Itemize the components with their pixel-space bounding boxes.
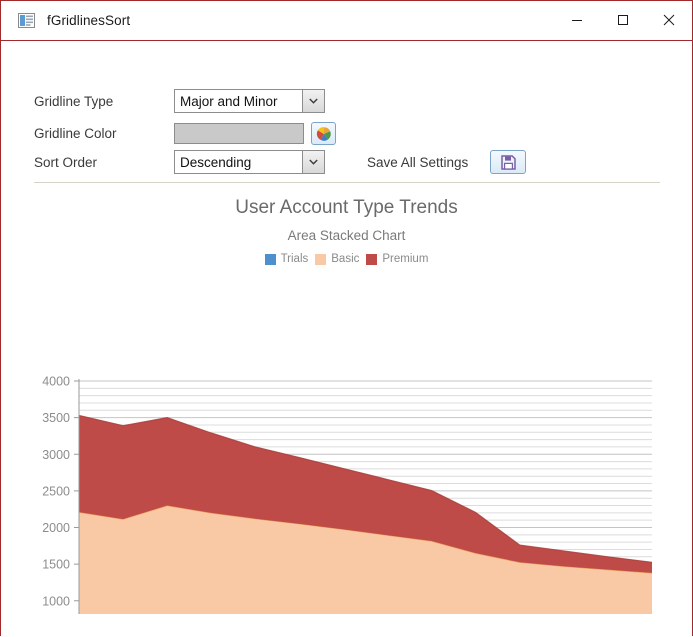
close-icon xyxy=(663,14,675,26)
sort-order-label: Sort Order xyxy=(34,154,98,170)
legend-label-premium: Premium xyxy=(382,253,429,265)
form-body: Gridline Type Major and Minor Gridline C… xyxy=(1,41,692,637)
chevron-down-icon[interactable] xyxy=(302,90,324,112)
chart-title: User Account Type Trends xyxy=(235,197,458,218)
legend-key-basic xyxy=(315,253,327,265)
plot-area: 05001000150020002500300035004000Nov '20D… xyxy=(1,274,692,614)
color-picker-button[interactable] xyxy=(311,122,336,145)
maximize-button[interactable] xyxy=(600,1,646,39)
chevron-down-icon[interactable] xyxy=(302,151,324,173)
gridline-type-row: Gridline Type Major and Minor xyxy=(34,89,325,113)
gridline-color-label: Gridline Color xyxy=(34,126,117,141)
window-controls xyxy=(554,1,692,39)
sort-order-row: Sort Order Descending xyxy=(34,150,325,174)
close-button[interactable] xyxy=(646,1,692,39)
save-settings-label: Save All Settings xyxy=(367,154,469,170)
gridline-color-swatch[interactable] xyxy=(174,123,304,144)
svg-text:1000: 1000 xyxy=(42,594,70,608)
legend-label-basic: Basic xyxy=(331,253,360,265)
legend-item-basic[interactable]: Basic xyxy=(315,253,359,265)
svg-text:2500: 2500 xyxy=(42,484,70,498)
sort-order-value: Descending xyxy=(180,154,252,170)
svg-text:2000: 2000 xyxy=(42,521,70,535)
stacked-area-plot: 05001000150020002500300035004000Nov '20D… xyxy=(42,375,653,614)
svg-text:3000: 3000 xyxy=(42,448,70,462)
title-bar: fGridlinesSort xyxy=(1,1,692,41)
svg-text:3500: 3500 xyxy=(42,411,70,425)
legend-key-trials xyxy=(264,253,276,265)
maximize-icon xyxy=(618,15,628,25)
gridline-type-value: Major and Minor xyxy=(180,93,278,109)
svg-text:1500: 1500 xyxy=(42,558,70,572)
chart-container: User Account Type Trends Area Stacked Ch… xyxy=(1,188,692,636)
save-settings-button[interactable] xyxy=(490,150,527,174)
chart-legend: Trials Basic Premium xyxy=(1,253,692,265)
access-form-icon xyxy=(18,13,35,28)
legend-key-premium xyxy=(366,253,378,265)
access-form-window: fGridlinesSort Gridline Type Major and M… xyxy=(0,0,693,637)
window-title: fGridlinesSort xyxy=(47,13,131,28)
legend-item-premium[interactable]: Premium xyxy=(366,253,428,265)
gridline-type-combobox[interactable]: Major and Minor xyxy=(174,89,325,113)
save-settings-row: Save All Settings xyxy=(367,150,527,174)
section-divider xyxy=(34,182,660,183)
floppy-save-icon xyxy=(501,154,516,170)
gridline-color-row: Gridline Color xyxy=(34,122,336,145)
svg-text:4000: 4000 xyxy=(42,375,70,389)
gridline-type-label: Gridline Type xyxy=(34,93,114,109)
legend-label-trials: Trials xyxy=(280,253,309,265)
minimize-icon xyxy=(572,20,582,21)
color-palette-icon xyxy=(316,126,331,141)
minimize-button[interactable] xyxy=(554,1,600,39)
sort-order-combobox[interactable]: Descending xyxy=(174,150,325,174)
chart-subtitle: Area Stacked Chart xyxy=(287,228,406,243)
legend-item-trials[interactable]: Trials xyxy=(264,253,309,265)
